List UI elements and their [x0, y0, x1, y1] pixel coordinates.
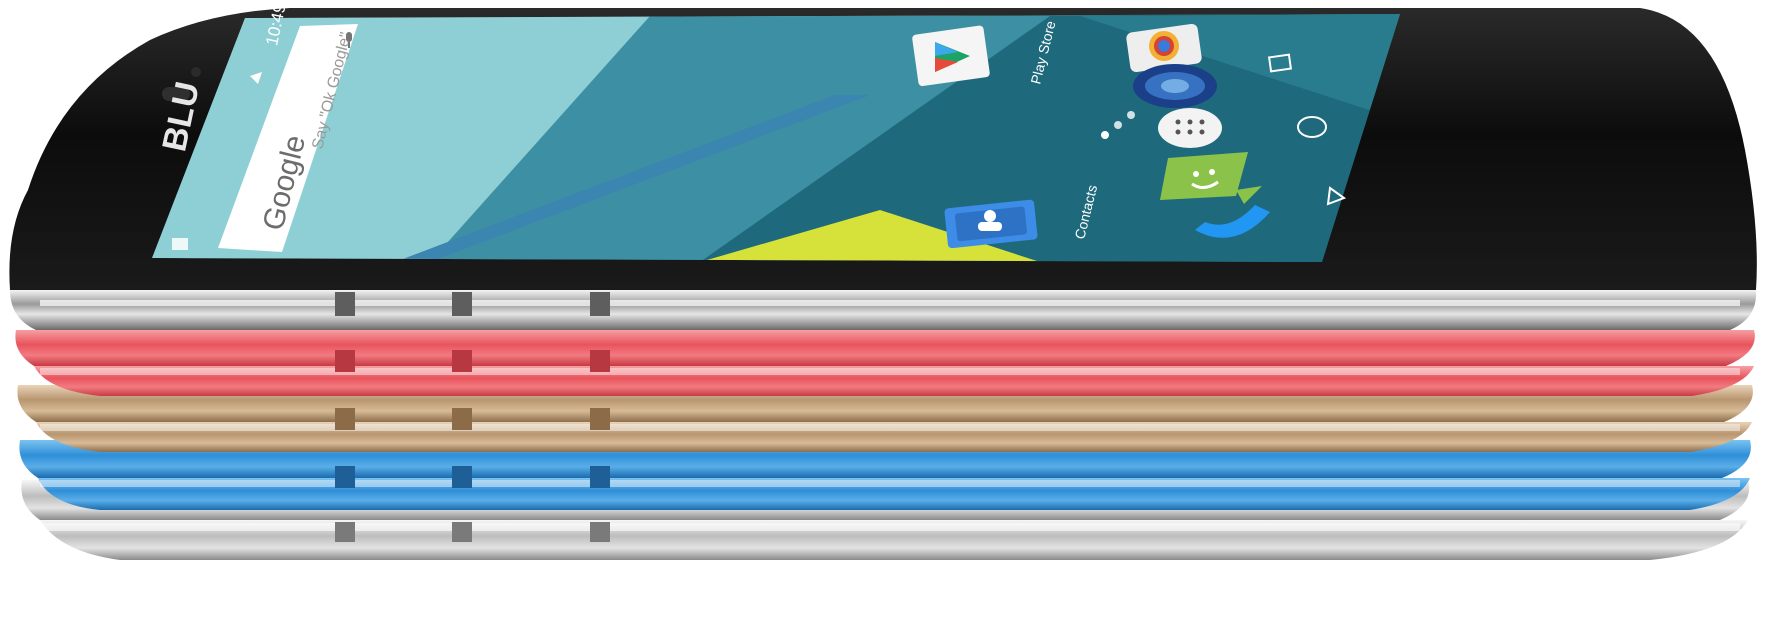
app-drawer[interactable] — [1158, 108, 1222, 148]
front-camera — [191, 67, 201, 77]
browser-globe-icon — [1133, 64, 1217, 108]
phone-stack-photo: BLU 10:49 Google Say "Ok Google" Play St… — [0, 0, 1773, 641]
app-browser[interactable] — [1133, 64, 1217, 108]
app-drawer-icon — [1158, 108, 1222, 148]
phone-screen: 10:49 Google Say "Ok Google" Play Store … — [152, 2, 1400, 262]
phone-red — [15, 330, 1755, 396]
widget-icon — [172, 238, 188, 250]
play-store-icon — [912, 25, 990, 87]
